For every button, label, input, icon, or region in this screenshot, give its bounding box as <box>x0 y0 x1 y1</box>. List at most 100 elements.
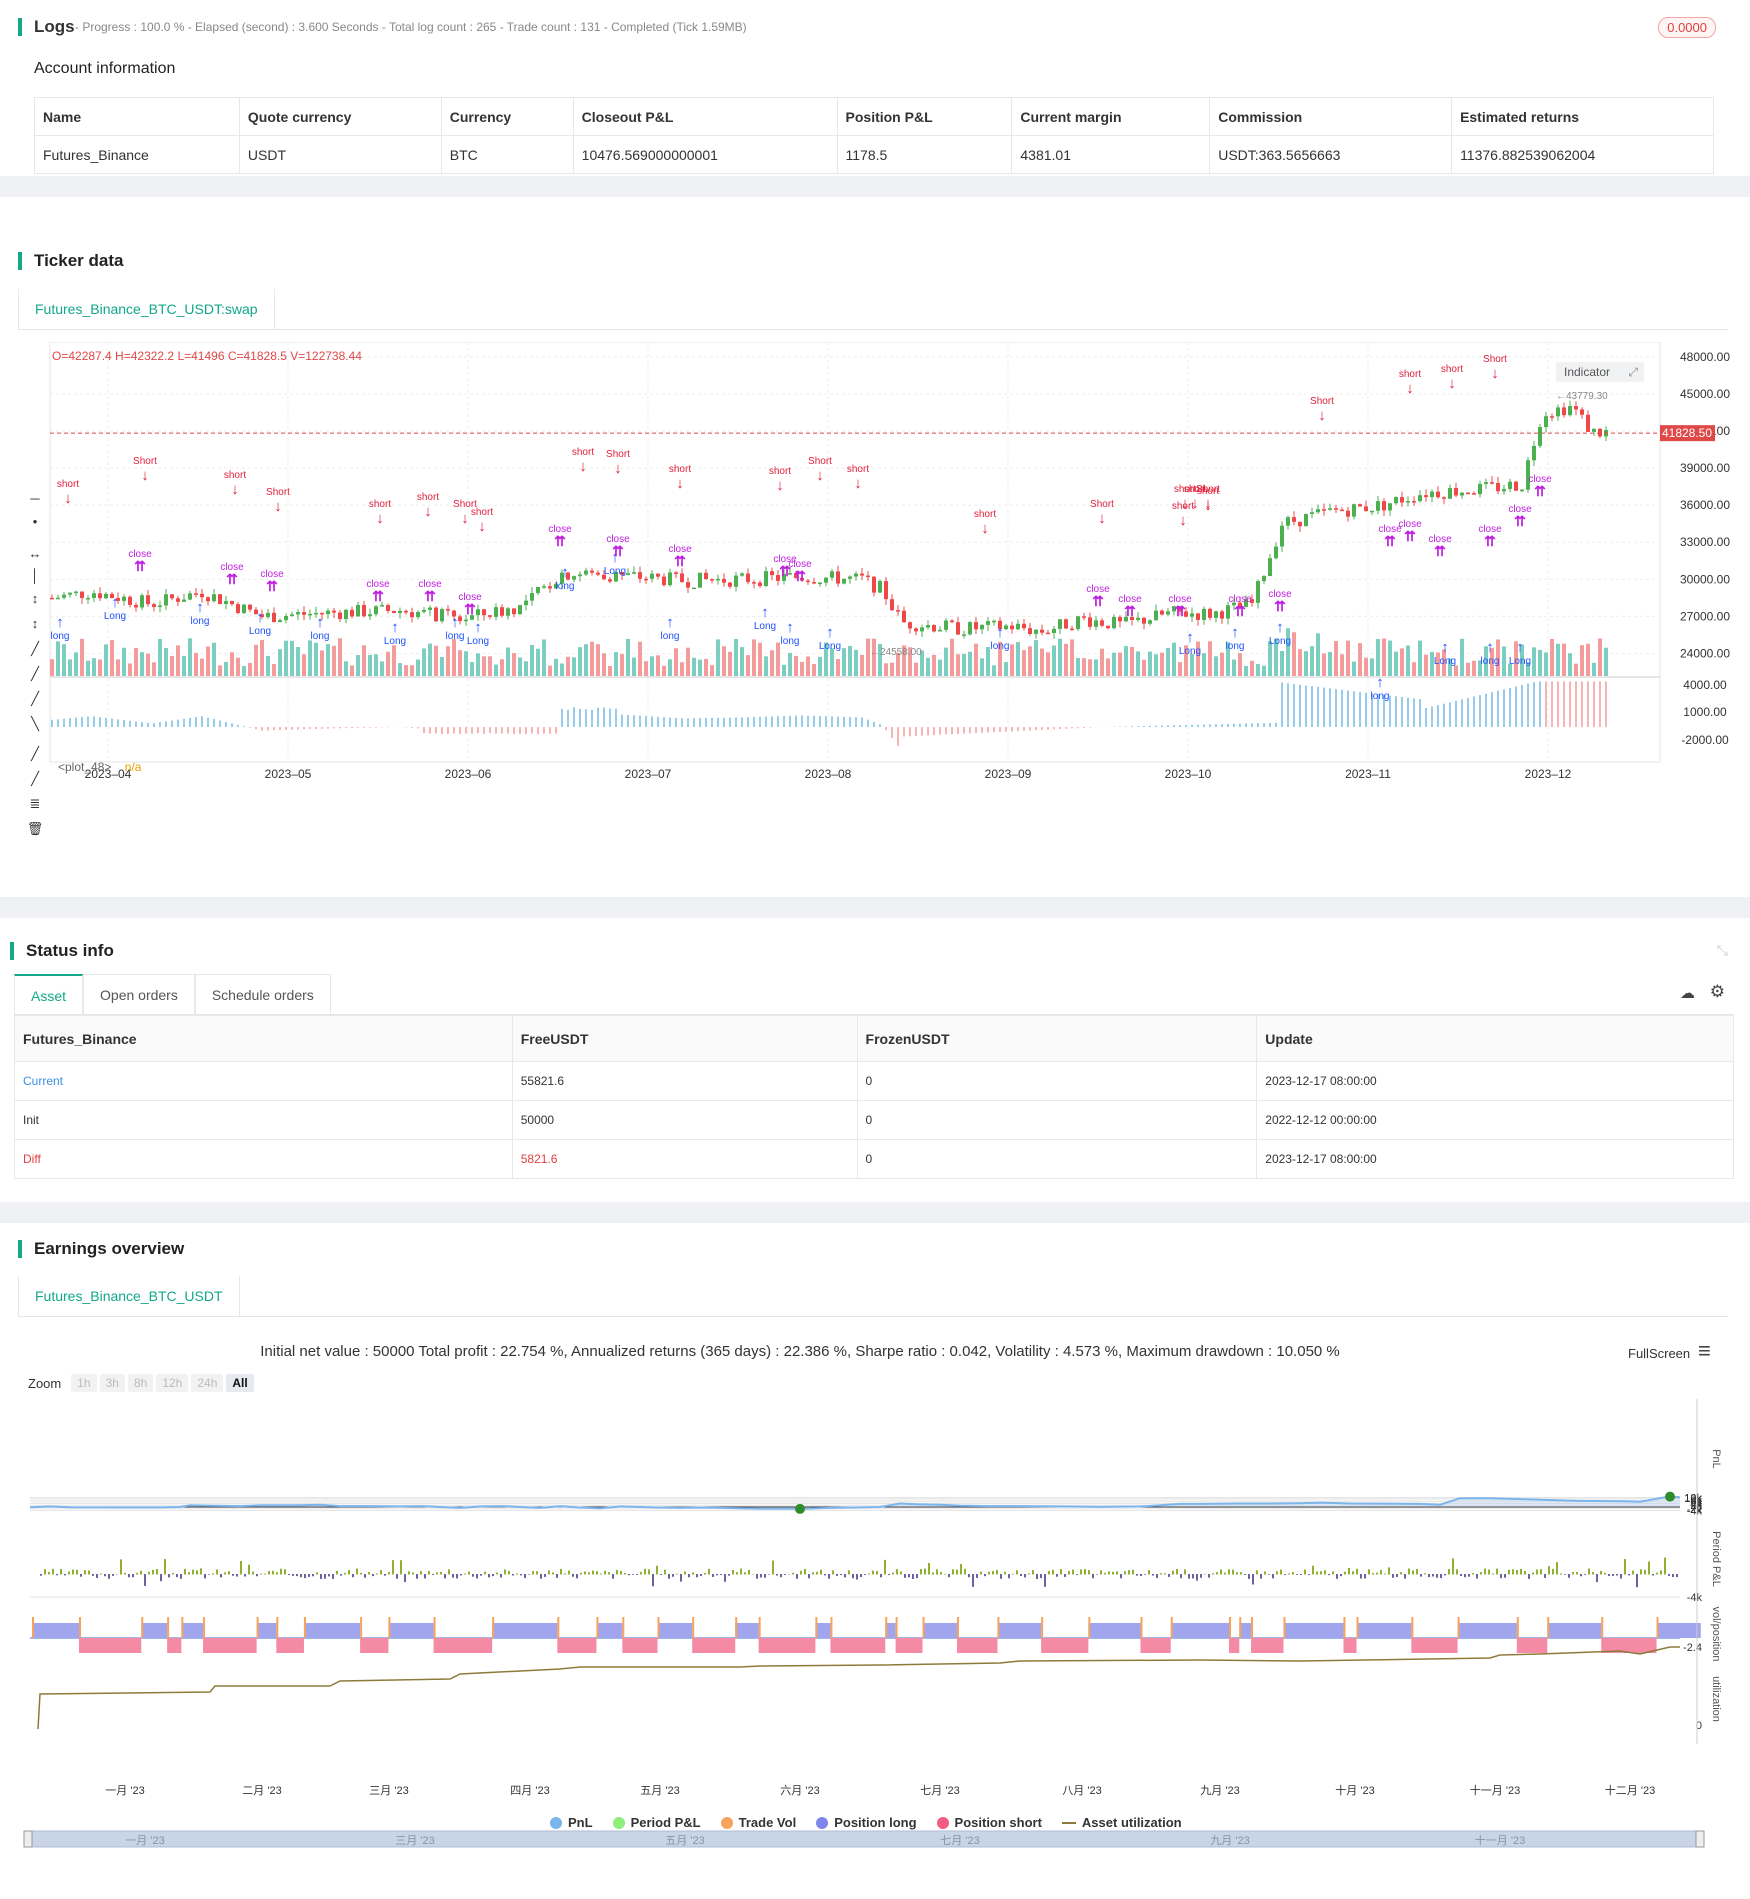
period-pnl-bar <box>1644 1569 1646 1575</box>
period-pnl-bar <box>124 1572 126 1575</box>
legend-period-p-l[interactable]: Period P&L <box>612 1815 701 1830</box>
zoom-3h-button[interactable]: 3h <box>99 1374 125 1392</box>
period-pnl-bar <box>1108 1571 1110 1575</box>
period-pnl-bar <box>412 1572 414 1575</box>
zoom-1h-button[interactable]: 1h <box>71 1374 97 1392</box>
long-signal-label: Long <box>819 641 841 652</box>
navigator-left-handle[interactable] <box>23 1830 33 1848</box>
volume-bar <box>944 647 948 676</box>
tab-schedule-orders[interactable]: Schedule orders <box>194 974 331 1014</box>
navigator-right-handle[interactable] <box>1695 1830 1705 1848</box>
long-arrow-icon: ↑ <box>474 619 482 636</box>
candle-body <box>1466 492 1470 495</box>
short-arrow-icon: ↓ <box>816 467 824 484</box>
period-pnl-bar <box>900 1571 902 1575</box>
volume-bar <box>758 642 762 676</box>
period-pnl-bar <box>1480 1572 1482 1575</box>
period-pnl-bar <box>548 1570 550 1575</box>
fullscreen-button[interactable]: FullScreen <box>1628 1346 1690 1361</box>
price-tick-label: 48000.00 <box>1680 350 1730 364</box>
trade-vol-bar <box>276 1617 279 1638</box>
candle-body <box>278 620 282 623</box>
period-pnl-bar <box>356 1568 358 1575</box>
legend-position-long[interactable]: Position long <box>816 1815 917 1830</box>
period-pnl-bar <box>1456 1569 1458 1575</box>
volume-bar <box>1388 640 1392 676</box>
period-pnl-bar <box>636 1574 638 1575</box>
period-pnl-bar <box>644 1568 646 1575</box>
period-pnl-bar <box>220 1574 222 1578</box>
tab-earnings-symbol[interactable]: Futures_Binance_BTC_USDT <box>18 1276 240 1316</box>
legend-label: Asset utilization <box>1081 1815 1182 1830</box>
period-pnl-bar <box>1500 1574 1502 1579</box>
candle-body <box>1058 619 1062 629</box>
candle-body <box>1010 625 1014 630</box>
gear-icon[interactable]: ⚙ <box>1710 982 1725 1002</box>
volume-bar <box>722 646 726 676</box>
zoom-12h-button[interactable]: 12h <box>156 1374 189 1392</box>
period-pnl-bar <box>152 1569 154 1575</box>
volume-bar <box>170 655 174 676</box>
candle-body <box>1418 495 1422 502</box>
account-cell: 4381.01 <box>1011 135 1211 174</box>
period-pnl-bar <box>1264 1571 1266 1575</box>
volume-bar <box>1568 653 1572 676</box>
candle-body <box>836 571 840 584</box>
zoom-8h-button[interactable]: 8h <box>127 1374 154 1392</box>
tab-open-orders[interactable]: Open orders <box>83 974 195 1014</box>
collapse-icon[interactable]: ⤡ <box>1717 942 1728 959</box>
status-title: Status info <box>10 942 114 960</box>
period-pnl-bar <box>872 1570 874 1575</box>
close-arrow-icon: ⇈ <box>674 553 686 569</box>
candle-body <box>482 609 486 616</box>
tab-asset[interactable]: Asset <box>14 974 84 1014</box>
period-pnl-bar <box>980 1571 982 1575</box>
tab-ticker-symbol[interactable]: Futures_Binance_BTC_USDT:swap <box>18 289 275 329</box>
candle-body <box>1142 617 1146 624</box>
legend-position-short[interactable]: Position short <box>936 1815 1042 1830</box>
volume-bar <box>602 653 606 676</box>
period-pnl-bar <box>204 1574 206 1579</box>
period-pnl-bar <box>592 1570 594 1575</box>
period-pnl-bar <box>348 1570 350 1575</box>
indicator-button[interactable]: Indicator ⤢ <box>1556 362 1644 382</box>
candle-body <box>1274 546 1278 559</box>
candle-body <box>686 582 690 588</box>
trade-vol-bar <box>596 1617 599 1638</box>
period-pnl-bar <box>452 1574 454 1578</box>
volume-bar <box>560 663 564 676</box>
candlestick-chart[interactable]: 48000.0045000.0042000.0039000.0036000.00… <box>0 342 1750 862</box>
candle-body <box>1256 581 1260 603</box>
volume-bar <box>1328 651 1332 676</box>
period-pnl-bar <box>1328 1574 1330 1576</box>
navigator-track[interactable] <box>23 1830 1705 1848</box>
volume-bar <box>860 654 864 676</box>
candle-body <box>1136 617 1140 620</box>
period-pnl-bar <box>612 1574 614 1579</box>
volume-bar <box>50 659 54 676</box>
volume-bar <box>284 640 288 676</box>
navigator-tick: 三月 '23 <box>395 1835 434 1847</box>
legend-pnl[interactable]: PnL <box>550 1815 593 1830</box>
zoom-all-button[interactable]: All <box>226 1374 254 1392</box>
volume-bar <box>212 642 216 676</box>
candle-body <box>140 595 144 608</box>
cloud-download-icon[interactable]: ☁ <box>1680 984 1695 1002</box>
period-pnl-bar <box>1308 1574 1310 1575</box>
legend-trade-vol[interactable]: Trade Vol <box>720 1815 796 1830</box>
log-badge[interactable]: 0.0000 <box>1658 17 1716 38</box>
plot-value: n/a <box>124 760 142 774</box>
period-pnl-bar <box>80 1574 82 1577</box>
short-arrow-icon: ↓ <box>231 481 239 498</box>
earnings-time-tick: 四月 '23 <box>510 1785 549 1797</box>
trade-vol-bar <box>815 1617 818 1638</box>
zoom-24h-button[interactable]: 24h <box>191 1374 224 1392</box>
position-short-bar <box>1041 1638 1089 1653</box>
position-short-bar <box>557 1638 597 1653</box>
period-pnl-bar <box>952 1569 954 1575</box>
expand-icon[interactable]: ⤢ <box>1628 362 1638 382</box>
period-pnl-bar <box>224 1572 226 1575</box>
period-pnl-bar <box>140 1570 142 1575</box>
menu-icon[interactable]: ≡ <box>1698 1338 1711 1364</box>
legend-asset-utilization[interactable]: Asset utilization <box>1061 1815 1182 1830</box>
